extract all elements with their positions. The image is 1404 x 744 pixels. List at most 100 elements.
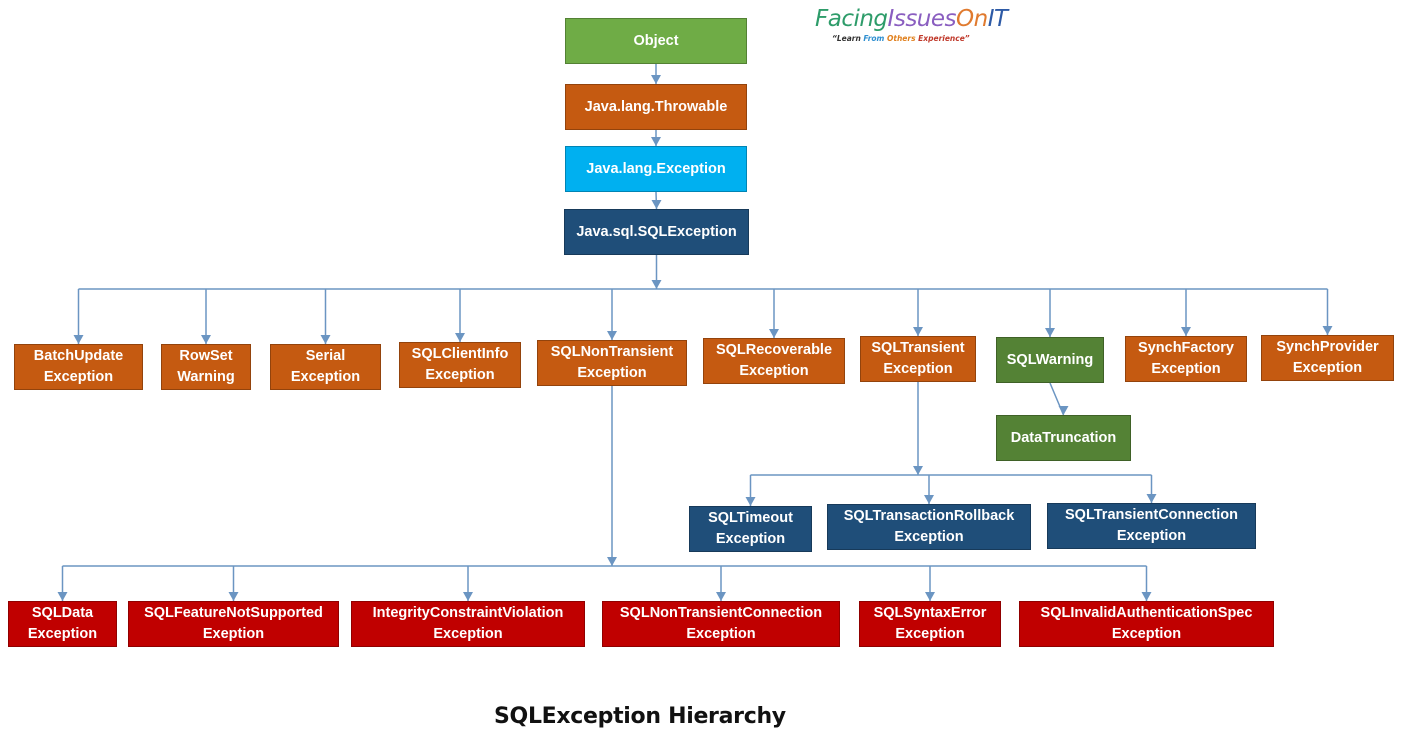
diagram-caption: SQLException Hierarchy bbox=[494, 704, 786, 729]
arrowhead-icon bbox=[913, 466, 923, 475]
node-label-line: BatchUpdate bbox=[33, 348, 124, 364]
arrowhead-icon bbox=[320, 335, 331, 344]
logo-word-facing: Facing bbox=[815, 6, 888, 32]
arrowhead-icon bbox=[651, 280, 662, 289]
node-label-line: Exeption bbox=[202, 626, 265, 642]
arrowhead-icon bbox=[1146, 494, 1157, 503]
node-rowset-warning: RowSet Warning bbox=[161, 344, 251, 390]
node-synchfactory-exception: SynchFactory Exception bbox=[1125, 336, 1247, 382]
node-label-line: Object bbox=[633, 32, 679, 49]
node-sqlnontransientconnection-exception: SQLNonTransientConnection Exception bbox=[602, 601, 840, 647]
tagline-from: From bbox=[863, 34, 887, 43]
node-integrityconstraintviolation-exception: IntegrityConstraintViolation Exception bbox=[351, 601, 585, 647]
arrowhead-icon bbox=[228, 592, 239, 601]
node-label-line: Exception bbox=[894, 529, 964, 545]
node-label-line: Exception bbox=[1151, 361, 1221, 377]
node-sqlnontransient-exception: SQLNonTransient Exception bbox=[537, 340, 687, 386]
node-label-line: Exception bbox=[883, 361, 953, 377]
node-label-line: Exception bbox=[27, 626, 98, 642]
arrowhead-icon bbox=[716, 592, 726, 601]
node-label-line: SQLWarning bbox=[1006, 351, 1094, 368]
arrowhead-icon bbox=[913, 327, 923, 336]
node-sqlinvalidauthenticationspec-exception: SQLInvalidAuthenticationSpec Exception bbox=[1019, 601, 1274, 647]
node-label-line: SQLFeatureNotSupported bbox=[144, 605, 323, 621]
node-label-line: SQLClientInfo bbox=[411, 346, 509, 362]
node-label-line: SQLInvalidAuthenticationSpec bbox=[1040, 605, 1253, 621]
node-batch-update-exception: BatchUpdate Exception bbox=[14, 344, 143, 390]
tagline-experience: Experience” bbox=[918, 34, 970, 43]
node-label-line: SQLTransient bbox=[871, 340, 965, 356]
node-label-line: Exception bbox=[1116, 528, 1187, 544]
arrowhead-icon bbox=[463, 592, 473, 601]
node-sqldata-exception: SQLData Exception bbox=[8, 601, 117, 647]
node-label-line: Exception bbox=[433, 626, 503, 642]
node-label-line: Java.lang.Exception bbox=[586, 160, 726, 177]
arrowhead-icon bbox=[607, 557, 617, 566]
arrowhead-icon bbox=[73, 335, 84, 344]
node-sqltransientconnection-exception: SQLTransientConnection Exception bbox=[1047, 503, 1256, 549]
node-label-line: Java.lang.Throwable bbox=[584, 98, 728, 115]
node-label-line: Exception bbox=[1292, 360, 1363, 376]
node-label-line: SQLTimeout bbox=[708, 510, 793, 526]
node-label-line: Exception bbox=[577, 365, 647, 381]
node-sqlwarning: SQLWarning bbox=[996, 337, 1104, 383]
node-label-line: Exception bbox=[895, 626, 965, 642]
node-label-line: Exception bbox=[715, 531, 786, 547]
hierarchy-diagram: FacingIssuesOnIT “Learn From Others Expe… bbox=[0, 0, 1404, 744]
arrowhead-icon bbox=[201, 335, 211, 344]
node-label-line: SQLTransactionRollback bbox=[843, 508, 1015, 524]
arrowhead-icon bbox=[1322, 326, 1333, 335]
arrowhead-icon bbox=[651, 75, 661, 84]
node-label-line: Exception bbox=[290, 369, 361, 385]
arrowhead-icon bbox=[57, 592, 68, 601]
node-label-line: SQLData bbox=[31, 605, 94, 621]
arrowhead-icon bbox=[1141, 592, 1152, 601]
arrowhead-icon bbox=[924, 495, 934, 504]
node-sqlclientinfo-exception: SQLClientInfo Exception bbox=[399, 342, 521, 388]
arrowhead-icon bbox=[455, 333, 465, 342]
node-label-line: Java.sql.SQLException bbox=[576, 223, 737, 240]
node-sqlfeaturenotsupported-exeption: SQLFeatureNotSupported Exeption bbox=[128, 601, 339, 647]
logo-tagline: “Learn From Others Experience” bbox=[832, 34, 1005, 43]
node-label-line: IntegrityConstraintViolation bbox=[372, 605, 564, 621]
tagline-learn: “Learn bbox=[832, 34, 864, 43]
node-sqltimeout-exception: SQLTimeout Exception bbox=[689, 506, 812, 552]
node-label-line: RowSet bbox=[179, 348, 233, 364]
node-label-line: SQLSyntaxError bbox=[873, 605, 987, 621]
logo: FacingIssuesOnIT “Learn From Others Expe… bbox=[815, 6, 1008, 43]
node-label-line: Warning bbox=[177, 369, 235, 385]
arrowhead-icon bbox=[769, 329, 779, 338]
logo-word-it: IT bbox=[987, 6, 1008, 32]
node-label-line: DataTruncation bbox=[1010, 429, 1117, 446]
node-java-sql-sqlexception: Java.sql.SQLException bbox=[564, 209, 749, 255]
node-sqltransactionrollback-exception: SQLTransactionRollback Exception bbox=[827, 504, 1031, 550]
node-label-line: Exception bbox=[43, 369, 114, 385]
tagline-others: Others bbox=[886, 34, 919, 43]
node-label-line: SQLTransientConnection bbox=[1065, 507, 1238, 523]
node-label-line: SynchProvider bbox=[1276, 339, 1379, 355]
node-label-line: Exception bbox=[425, 367, 495, 383]
node-label-line: SQLNonTransient bbox=[550, 344, 674, 360]
logo-title: FacingIssuesOnIT bbox=[815, 6, 1008, 32]
node-label-line: Serial bbox=[305, 348, 346, 364]
node-datatruncation: DataTruncation bbox=[996, 415, 1131, 461]
node-java-lang-throwable: Java.lang.Throwable bbox=[565, 84, 747, 130]
logo-word-on: On bbox=[956, 6, 988, 32]
node-object: Object bbox=[565, 18, 747, 64]
arrowhead-icon bbox=[925, 592, 935, 601]
node-label-line: Exception bbox=[1111, 626, 1182, 642]
node-sqlrecoverable-exception: SQLRecoverable Exception bbox=[703, 338, 845, 384]
node-serial-exception: Serial Exception bbox=[270, 344, 381, 390]
arrowhead-icon bbox=[1058, 406, 1069, 415]
node-sqltransient-exception: SQLTransient Exception bbox=[860, 336, 976, 382]
node-sqlsyntaxerror-exception: SQLSyntaxError Exception bbox=[859, 601, 1001, 647]
arrowhead-icon bbox=[607, 331, 617, 340]
arrowhead-icon bbox=[651, 200, 662, 209]
node-label-line: Exception bbox=[739, 363, 809, 379]
logo-word-issues: Issues bbox=[887, 6, 957, 32]
arrowhead-icon bbox=[1045, 328, 1055, 337]
arrowhead-icon bbox=[1181, 327, 1191, 336]
arrowhead-icon bbox=[745, 497, 756, 506]
node-synchprovider-exception: SynchProvider Exception bbox=[1261, 335, 1394, 381]
node-label-line: SynchFactory bbox=[1138, 340, 1234, 356]
